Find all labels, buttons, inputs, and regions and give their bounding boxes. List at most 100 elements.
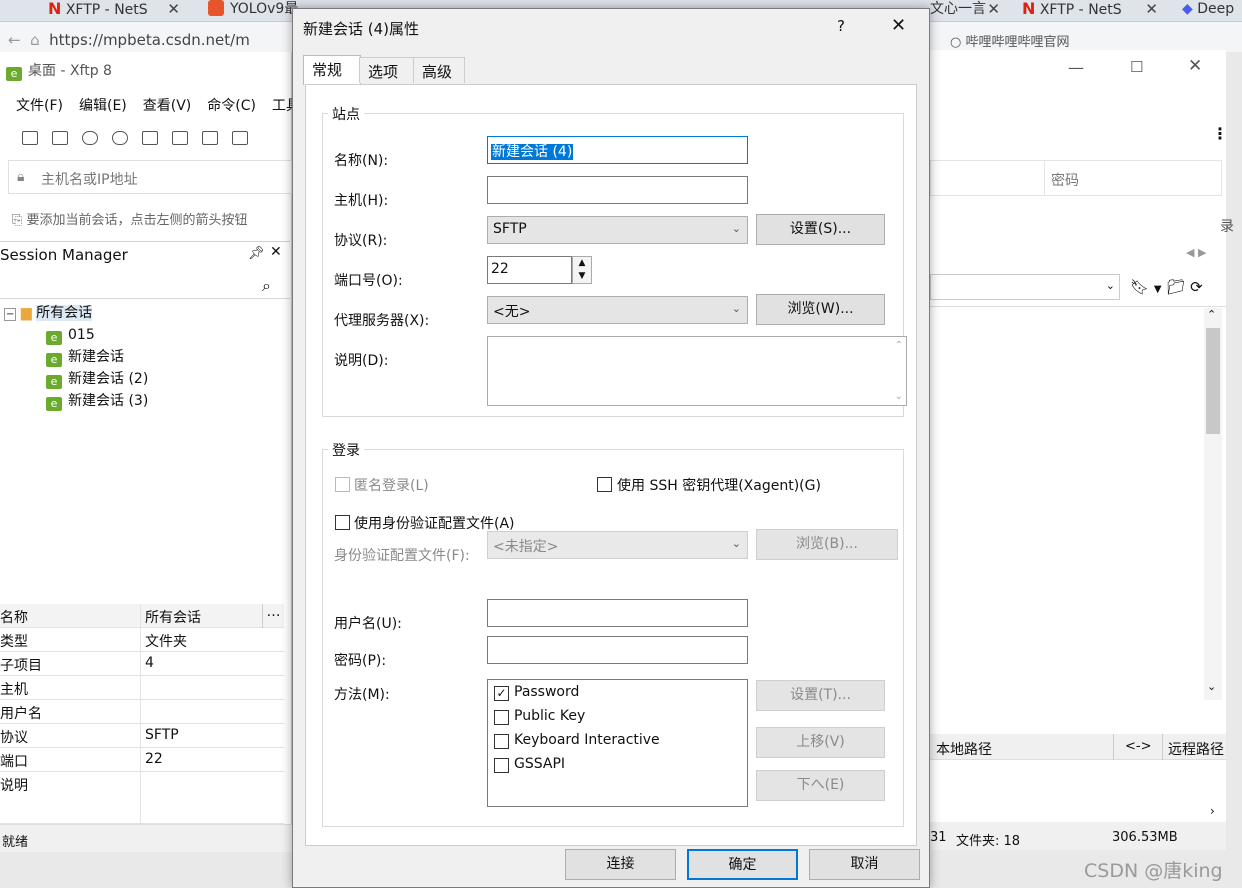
method-label: 方法(M): (334, 687, 390, 703)
port-stepper[interactable]: ▲ ▼ (572, 256, 592, 284)
chevron-down-icon[interactable]: ▼ (579, 271, 586, 281)
port-field[interactable]: 22 (487, 256, 572, 284)
chevron-up-icon[interactable]: ▲ (579, 258, 586, 268)
disconnect-icon[interactable] (82, 131, 98, 145)
search-bar[interactable]: ○ 哔哩哔哩哔哩官网 (930, 22, 1242, 52)
chevron-up-icon[interactable]: ⌃ (1207, 308, 1216, 321)
browser-tab[interactable]: N XFTP - NetS ✕ (48, 0, 180, 22)
search-icon[interactable]: ⌕ (262, 276, 271, 296)
list-item[interactable]: GSSAPI (514, 756, 565, 772)
chevron-up-icon[interactable]: ⌃ (895, 340, 903, 351)
close-icon[interactable]: ✕ (987, 0, 1000, 18)
tab-advanced[interactable]: 高级 (413, 57, 465, 83)
browser-tab[interactable]: 文心一言 ✕ (930, 0, 1000, 22)
session-dropdown-icon[interactable] (142, 131, 158, 145)
browser-tab[interactable]: ◆ Deep (1182, 0, 1242, 22)
menu-file[interactable]: 文件(F) (16, 98, 63, 114)
netsarang-icon: N (48, 0, 62, 18)
close-button[interactable]: ✕ (891, 15, 906, 36)
list-item[interactable]: Password (514, 684, 579, 700)
ssh-agent-label: 使用 SSH 密钥代理(Xagent)(G) (617, 478, 821, 494)
anonymous-checkbox[interactable] (335, 477, 350, 492)
name-field[interactable]: 新建会话 (4) (487, 136, 748, 164)
list-item[interactable]: Keyboard Interactive (514, 732, 660, 748)
method-publickey-checkbox[interactable] (494, 710, 509, 725)
move-down-button[interactable]: 下へ(E) (756, 770, 885, 801)
refresh-icon[interactable]: ⟳ (1190, 278, 1203, 296)
play-icon[interactable] (172, 131, 188, 145)
menu-bar: 文件(F) 编辑(E) 查看(V) 命令(C) 工具 (16, 95, 316, 115)
close-icon[interactable]: ✕ (1145, 0, 1158, 18)
chevron-down-icon[interactable]: ⌄ (895, 391, 903, 402)
password-label: 密码(P): (334, 653, 387, 669)
tab-general[interactable]: 常规 (303, 55, 361, 85)
tree-session[interactable]: e 新建会话 (3) (46, 391, 148, 411)
browser-tab[interactable]: N XFTP - NetS ✕ (1022, 0, 1158, 22)
collapse-icon[interactable]: − (4, 308, 17, 321)
table-row: 子项目 4 (0, 652, 284, 676)
proxy-select[interactable]: <无> ⌄ (487, 296, 748, 324)
anonymous-label: 匿名登录(L) (354, 478, 429, 494)
scrollbar[interactable]: ⌃ ⌄ (1204, 308, 1222, 700)
list-item[interactable]: Public Key (514, 708, 585, 724)
auth-file-select[interactable]: <未指定> ⌄ (487, 531, 748, 559)
menu-edit[interactable]: 编辑(E) (79, 98, 127, 114)
close-icon[interactable]: ✕ (270, 244, 282, 260)
protocol-settings-button[interactable]: 设置(S)... (756, 214, 885, 245)
host-field[interactable] (487, 176, 748, 204)
method-settings-button[interactable]: 设置(T)... (756, 680, 885, 711)
close-icon[interactable]: ✕ (167, 0, 180, 18)
remote-path-dropdown[interactable]: ⌄ (930, 274, 1120, 300)
link-icon[interactable] (112, 131, 128, 145)
auth-browse-button[interactable]: 浏览(B)... (756, 529, 898, 560)
proxy-browse-button[interactable]: 浏览(W)... (756, 294, 885, 325)
chevron-right-icon[interactable]: › (1210, 804, 1215, 818)
password-input[interactable]: 密码 (930, 160, 1222, 196)
login-group-label: 登录 (328, 440, 364, 460)
method-password-checkbox[interactable]: ✓ (494, 686, 509, 701)
back-icon[interactable] (202, 131, 218, 145)
tree-session[interactable]: e 新建会话 (2) (46, 369, 148, 389)
new-folder-icon[interactable]: 📁︎ (1166, 278, 1185, 296)
maximize-icon[interactable]: ☐ (1130, 58, 1143, 76)
help-button[interactable]: ? (837, 17, 845, 35)
username-label: 用户名(U): (334, 616, 402, 632)
menu-view[interactable]: 查看(V) (143, 98, 192, 114)
close-icon[interactable]: ✕ (1188, 56, 1202, 76)
auth-profile-checkbox[interactable] (335, 515, 350, 530)
more-icon[interactable]: … (262, 604, 284, 628)
method-gssapi-checkbox[interactable] (494, 758, 509, 773)
toolbar (22, 130, 262, 146)
protocol-select[interactable]: SFTP ⌄ (487, 216, 748, 244)
ssh-agent-checkbox[interactable] (597, 477, 612, 492)
method-keyboard-checkbox[interactable] (494, 734, 509, 749)
pin-icon[interactable]: 📌︎ (248, 246, 265, 261)
bookmark-icon[interactable]: 🔖︎ (1130, 278, 1149, 296)
move-up-button[interactable]: 上移(V) (756, 727, 885, 758)
host-label: 主机(H): (334, 193, 389, 209)
open-folder-icon[interactable] (52, 131, 68, 145)
session-icon: e (46, 375, 62, 389)
reload-icon[interactable]: ← ⌂ (8, 31, 49, 49)
tree-session[interactable]: e 015 (46, 325, 95, 345)
minimize-icon[interactable]: — (1068, 58, 1084, 77)
more-options-icon[interactable]: ⋮ (1212, 124, 1228, 143)
chevron-down-icon[interactable]: ▼ (1154, 284, 1162, 295)
tab-options[interactable]: 选项 (359, 57, 415, 83)
cancel-button[interactable]: 取消 (809, 849, 920, 880)
tree-session[interactable]: e 新建会话 (46, 347, 124, 367)
password-field[interactable] (487, 636, 748, 664)
menu-command[interactable]: 命令(C) (207, 98, 256, 114)
address-bar[interactable]: ← ⌂ https://mpbeta.csdn.net/m (0, 22, 300, 52)
description-field[interactable]: ⌃ ⌄ (487, 336, 907, 406)
forward-icon[interactable] (232, 131, 248, 145)
chevron-down-icon[interactable]: ⌄ (1207, 680, 1216, 693)
ok-button[interactable]: 确定 (687, 849, 798, 880)
scroll-left-icon[interactable]: ◀ ▶ (1186, 246, 1206, 259)
auth-file-label: 身份验证配置文件(F): (334, 548, 470, 564)
new-session-icon[interactable] (22, 131, 38, 145)
username-field[interactable] (487, 599, 748, 627)
connect-button[interactable]: 连接 (565, 849, 676, 880)
host-input[interactable]: 🔒︎ 主机名或IP地址 (8, 160, 292, 194)
tree-root-all-sessions[interactable]: − ▆ 所有会话 (4, 303, 93, 323)
